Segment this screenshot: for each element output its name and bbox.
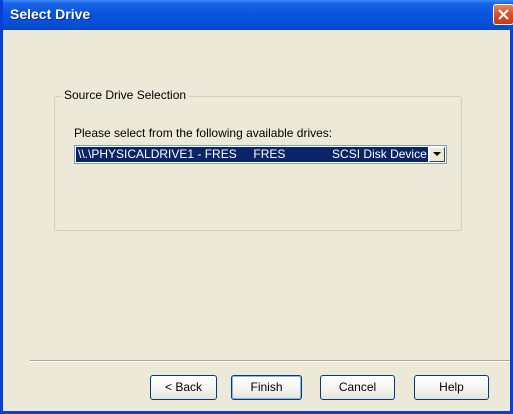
cancel-button[interactable]: Cancel [320, 375, 395, 400]
back-button[interactable]: < Back [150, 375, 217, 400]
groupbox-label: Source Drive Selection [61, 88, 190, 102]
select-drive-dialog: Select Drive Source Drive Selection Plea… [0, 0, 513, 414]
drive-select[interactable]: \\.\PHYSICALDRIVE1 - FRES FRES SCSI Disk… [74, 145, 447, 164]
help-button[interactable]: Help [414, 375, 489, 400]
close-icon [498, 9, 509, 20]
chevron-down-icon [433, 152, 441, 156]
selected-drive-value[interactable]: \\.\PHYSICALDRIVE1 - FRES FRES SCSI Disk… [76, 147, 428, 162]
dropdown-button[interactable] [429, 147, 445, 162]
button-divider [30, 360, 510, 362]
close-button[interactable] [493, 4, 513, 25]
finish-button[interactable]: Finish [231, 375, 302, 400]
title-bar[interactable]: Select Drive [3, 0, 513, 30]
dialog-title: Select Drive [10, 6, 91, 22]
drive-prompt-label: Please select from the following availab… [74, 126, 333, 140]
